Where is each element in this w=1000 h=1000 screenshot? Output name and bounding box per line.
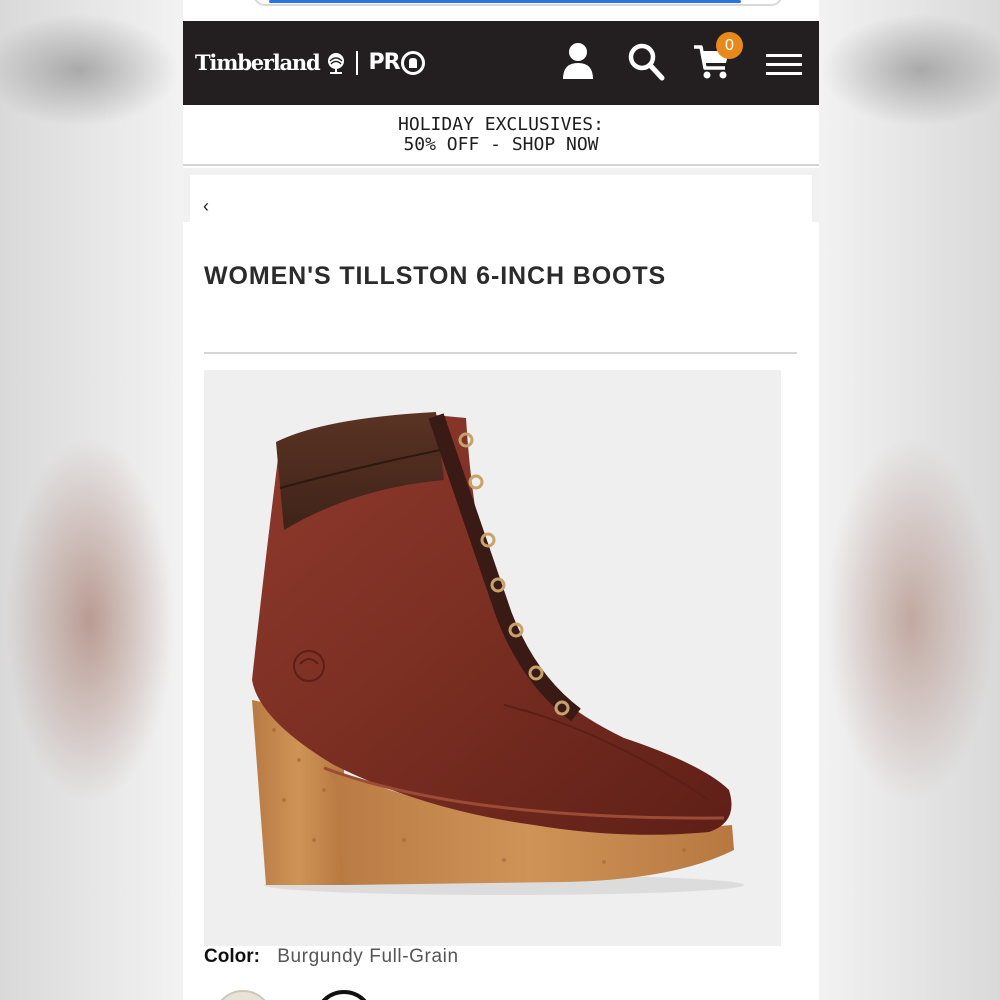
brand-logo[interactable]: Timberland PR [195, 50, 425, 75]
mobile-page: Timberland PR 0 HOLIDAY EXCLUSIVES: 50% … [183, 0, 819, 1000]
pro-logo-icon [400, 50, 425, 75]
product-title: WOMEN'S TILLSTON 6-INCH BOOTS [204, 262, 667, 290]
product-image[interactable] [204, 370, 781, 946]
page-load-progress [269, 0, 741, 3]
title-divider [204, 352, 797, 354]
brand-wordmark: Timberland [195, 50, 321, 75]
site-header: Timberland PR 0 [183, 21, 819, 105]
promo-line-2: 50% OFF - SHOP NOW [403, 133, 599, 155]
color-swatch-selected[interactable] [314, 990, 374, 1000]
search-icon[interactable] [627, 41, 665, 81]
promo-line-1: HOLIDAY EXCLUSIVES: [398, 113, 604, 135]
cart-count-badge: 0 [716, 32, 743, 59]
color-swatch-option[interactable] [213, 990, 273, 1000]
pro-wordmark: PR [368, 50, 400, 75]
color-selector-label: Color: Burgundy Full-Grain [204, 946, 459, 968]
tree-logo-icon [328, 52, 345, 74]
menu-icon[interactable] [766, 53, 802, 77]
breadcrumb-bar [190, 175, 812, 223]
browser-bar [183, 0, 819, 21]
promo-banner[interactable]: HOLIDAY EXCLUSIVES: 50% OFF - SHOP NOW [183, 105, 819, 166]
user-icon[interactable] [561, 41, 595, 81]
address-bar[interactable] [253, 0, 783, 6]
pro-logo: PR [368, 50, 425, 75]
selected-color-name: Burgundy Full-Grain [277, 946, 459, 967]
back-chevron-icon[interactable]: ‹ [203, 196, 209, 217]
color-label: Color: [204, 946, 260, 967]
logo-divider [356, 50, 359, 75]
boot-illustration [252, 412, 744, 895]
